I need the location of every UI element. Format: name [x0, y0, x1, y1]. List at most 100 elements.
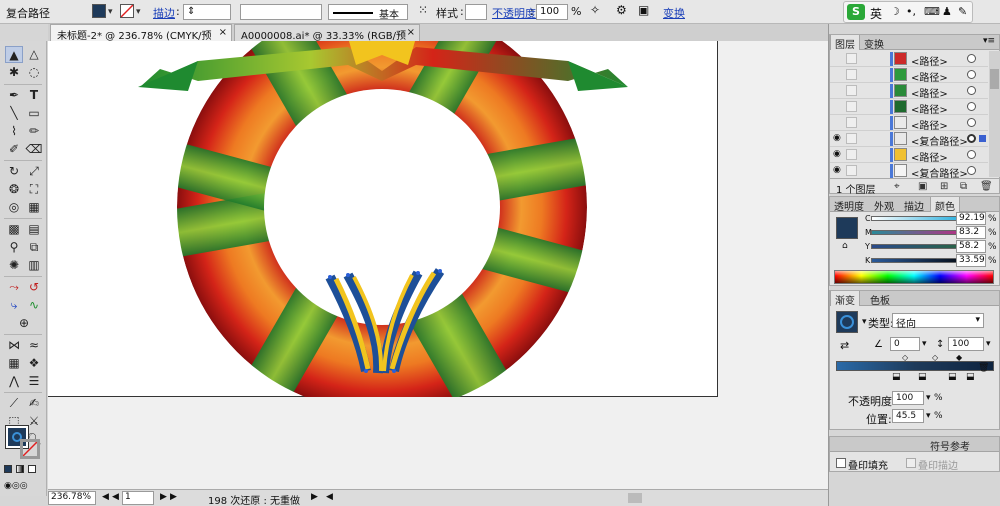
- prev-page-icon[interactable]: ◀: [112, 492, 119, 502]
- gradient-type-select[interactable]: 径向 ▾: [892, 313, 984, 330]
- tab-color[interactable]: 颜色: [930, 197, 960, 213]
- gradient-mode-button[interactable]: [16, 465, 24, 473]
- fill-color-swatch[interactable]: [92, 4, 106, 18]
- eye-icon[interactable]: ◉: [833, 165, 844, 176]
- location-dropdown-icon[interactable]: ▾: [926, 411, 931, 421]
- panel-menu-icon[interactable]: ▾≡: [983, 36, 995, 46]
- first-page-icon[interactable]: ◀: [102, 492, 109, 502]
- pattern-tool-icon[interactable]: ❖: [25, 355, 43, 372]
- opacity-input[interactable]: 100: [536, 4, 568, 20]
- zoom-level-select[interactable]: 236.78%: [48, 491, 96, 505]
- layer-row[interactable]: ◉ <路径>: [830, 147, 988, 164]
- tab-appearance[interactable]: 外观: [870, 197, 898, 213]
- color-spectrum[interactable]: [834, 270, 994, 284]
- sogou-logo-icon[interactable]: S: [847, 4, 865, 20]
- target-tool-icon[interactable]: ⊕: [15, 315, 33, 332]
- midpoint-marker-icon[interactable]: ◆: [956, 353, 962, 362]
- pen-alt-tool-icon[interactable]: ✍: [25, 395, 43, 412]
- paintbrush-tool-icon[interactable]: ⌇: [5, 123, 23, 140]
- eyedropper-tool-icon[interactable]: ⚲: [5, 239, 23, 256]
- next-page-icon[interactable]: ▶: [160, 492, 167, 502]
- black-input[interactable]: 33.59: [956, 254, 986, 267]
- layer-row[interactable]: <路径>: [830, 115, 988, 132]
- brush-definition-select[interactable]: 基本: [328, 4, 408, 21]
- layer-row[interactable]: ◉ <复合路径>: [830, 163, 988, 180]
- recolor-icon[interactable]: ✧: [590, 3, 600, 17]
- artboard[interactable]: [48, 41, 718, 444]
- last-page-icon[interactable]: ▶: [170, 492, 177, 502]
- gradient-preview[interactable]: [836, 311, 858, 333]
- align-icon[interactable]: ⁙: [418, 3, 428, 17]
- line-tool-icon[interactable]: ╲: [5, 105, 23, 122]
- status-menu-icon[interactable]: ▶: [311, 492, 318, 502]
- angle-dropdown-icon[interactable]: ▾: [922, 339, 927, 349]
- symbol-sprayer-tool-icon[interactable]: ✺: [5, 257, 23, 274]
- shape-builder-tool-icon[interactable]: ◎: [5, 199, 23, 216]
- midpoint-marker-icon[interactable]: ◇: [932, 353, 938, 362]
- eye-icon[interactable]: ◉: [833, 133, 844, 144]
- horizontal-scrollbar-thumb[interactable]: [628, 493, 642, 503]
- envelope-tool-icon[interactable]: ⋈: [5, 337, 23, 354]
- color-fill-swatch[interactable]: [836, 217, 858, 239]
- rotate-tool-icon[interactable]: ↻: [5, 163, 23, 180]
- target-icon[interactable]: [967, 166, 976, 175]
- target-icon[interactable]: [967, 134, 976, 143]
- layer-row[interactable]: <路径>: [830, 51, 988, 68]
- tab-document-1[interactable]: 未标题-2* @ 236.78% (CMYK/预览) ×: [50, 24, 232, 57]
- none-mode-button[interactable]: [28, 465, 36, 473]
- isolate-icon[interactable]: ▣: [638, 3, 649, 17]
- keyboard-icon[interactable]: ⌨: [924, 5, 940, 18]
- selection-tool-icon[interactable]: ▲: [5, 46, 23, 63]
- cyan-input[interactable]: 92.19: [956, 212, 986, 225]
- pencil-tool-icon[interactable]: ✏: [25, 123, 43, 140]
- arrange-red-icon[interactable]: ⤳: [5, 279, 23, 296]
- moon-icon[interactable]: ☽: [890, 5, 900, 18]
- eraser-tool-icon[interactable]: ⌫: [25, 141, 43, 158]
- stroke-color-swatch[interactable]: [120, 4, 134, 18]
- color-stop-icon[interactable]: ⬓: [966, 372, 975, 382]
- ime-mode-toggle[interactable]: 英: [870, 5, 882, 22]
- tab-document-2[interactable]: A0000008.ai* @ 33.33% (RGB/预览) ×: [234, 24, 420, 57]
- gradient-angle-input[interactable]: 0: [890, 337, 920, 351]
- new-layer-icon[interactable]: ⧉: [960, 181, 967, 192]
- yellow-input[interactable]: 58.2: [956, 240, 986, 253]
- aspect-dropdown-icon[interactable]: ▾: [986, 339, 991, 349]
- graphic-style-select[interactable]: [465, 4, 487, 20]
- warp-tool-icon[interactable]: ❂: [5, 181, 23, 198]
- stroke-panel-link[interactable]: 描边: [153, 5, 175, 21]
- rotate-red-icon[interactable]: ↺: [25, 279, 43, 296]
- layer-row[interactable]: <路径>: [830, 67, 988, 84]
- stop-opacity-input[interactable]: 100: [892, 391, 924, 405]
- delete-stop-icon[interactable]: 🗑︎: [978, 363, 989, 373]
- tab-transparency[interactable]: 透明度: [830, 197, 868, 213]
- overprint-stroke-checkbox[interactable]: [906, 458, 916, 468]
- target-icon[interactable]: [967, 150, 976, 159]
- gradient-tool-icon[interactable]: ▤: [25, 221, 43, 238]
- magic-wand-tool-icon[interactable]: ✱: [5, 64, 23, 81]
- target-icon[interactable]: [967, 118, 976, 127]
- gear-icon[interactable]: ⚙: [616, 3, 627, 17]
- canvas-area[interactable]: [48, 41, 828, 489]
- pen-tool-icon[interactable]: ✒: [5, 87, 23, 104]
- magenta-input[interactable]: 83.2: [956, 226, 986, 239]
- target-icon[interactable]: [967, 102, 976, 111]
- wrench-icon[interactable]: ✎: [958, 5, 967, 18]
- type-tool-icon[interactable]: T: [25, 87, 43, 104]
- list-tool-icon[interactable]: ☰: [25, 373, 43, 390]
- wreath-artwork[interactable]: [48, 41, 718, 444]
- layers-scrollbar[interactable]: [989, 51, 1000, 177]
- tab-stroke[interactable]: 描边: [900, 197, 928, 213]
- midpoint-marker-icon[interactable]: ◇: [902, 353, 908, 362]
- target-icon[interactable]: [967, 70, 976, 79]
- direct-selection-tool-icon[interactable]: △: [25, 46, 43, 63]
- fill-dropdown-icon[interactable]: ▾: [108, 7, 113, 17]
- layer-row[interactable]: ◉ <复合路径>: [830, 131, 988, 148]
- stop-location-input[interactable]: 45.5: [892, 409, 924, 423]
- overprint-fill-checkbox[interactable]: [836, 458, 846, 468]
- blend-tool-icon[interactable]: ⧉: [25, 239, 43, 256]
- blob-brush-tool-icon[interactable]: ✐: [5, 141, 23, 158]
- draw-modes-icon[interactable]: ◉◎◎: [4, 481, 40, 491]
- free-transform-tool-icon[interactable]: ⛶: [25, 181, 43, 198]
- page-number-input[interactable]: 1: [122, 491, 154, 505]
- gradient-slider[interactable]: [836, 361, 994, 371]
